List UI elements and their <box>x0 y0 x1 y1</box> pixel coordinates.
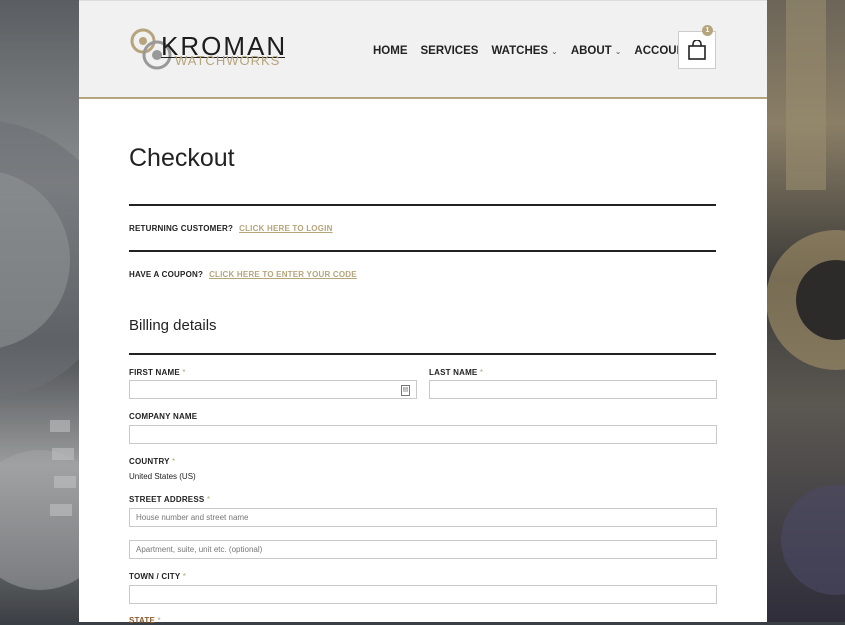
returning-customer-text: RETURNING CUSTOMER? <box>129 224 234 233</box>
background-gear-art-left <box>0 0 79 622</box>
required-marker: * <box>171 457 176 466</box>
required-marker: * <box>157 616 161 625</box>
main-nav: HOME SERVICES WATCHES⌄ ABOUT⌄ ACCOUNT⌄ <box>373 45 715 57</box>
company-name-input[interactable] <box>129 425 717 444</box>
login-link[interactable]: CLICK HERE TO LOGIN <box>239 224 332 233</box>
divider <box>129 353 716 355</box>
nav-about-label: ABOUT <box>570 45 612 57</box>
cart-count-badge: 1 <box>702 25 713 36</box>
divider <box>129 204 716 206</box>
site-header: KROMAN WATCHWORKS HOME SERVICES WATCHES ⌄… <box>79 0 767 99</box>
state-label-text: STATE <box>129 616 156 625</box>
coupon-text: HAVE A COUPON? <box>129 270 204 279</box>
chevron-down-icon: ⌄ <box>614 46 622 56</box>
background-gear-art-right <box>766 0 845 622</box>
required-marker: * <box>182 368 186 377</box>
nav-services-label: SERVICES <box>420 45 479 57</box>
company-name-label: COMPANY NAME <box>129 412 198 421</box>
last-name-label: LAST NAME * <box>429 368 483 377</box>
nav-services[interactable]: SERVICES <box>421 45 479 57</box>
page-container: KROMAN WATCHWORKS HOME SERVICES WATCHES ⌄… <box>79 0 767 625</box>
state-label: STATE * <box>129 616 161 625</box>
coupon-link[interactable]: CLICK HERE TO ENTER YOUR CODE <box>209 270 357 279</box>
required-marker: * <box>206 495 211 504</box>
nav-home[interactable]: HOME <box>373 45 408 57</box>
site-logo[interactable]: KROMAN WATCHWORKS <box>129 27 289 75</box>
coupon-notice: HAVE A COUPON? CLICK HERE TO ENTER YOUR C… <box>129 270 357 279</box>
city-label-text: TOWN / CITY <box>129 572 181 581</box>
page-title: Checkout <box>129 144 235 172</box>
street-address-2-input[interactable]: Apartment, suite, unit etc. (optional) <box>129 540 717 559</box>
country-value: United States (US) <box>129 472 196 481</box>
first-name-label: FIRST NAME * <box>129 368 186 377</box>
divider <box>129 250 716 252</box>
nav-about[interactable]: ABOUT ⌄ <box>571 45 622 57</box>
last-name-label-text: LAST NAME <box>429 368 478 377</box>
shopping-bag-icon <box>688 40 706 60</box>
country-label: COUNTRY * <box>129 457 175 466</box>
street-address-input[interactable]: House number and street name <box>129 508 717 527</box>
brand-subtitle: WATCHWORKS <box>175 53 281 68</box>
autofill-contact-icon[interactable]: ▤ <box>401 385 410 396</box>
required-marker: * <box>182 572 187 581</box>
billing-details-heading: Billing details <box>129 317 217 334</box>
nav-watches-label: WATCHES <box>491 45 549 57</box>
country-label-text: COUNTRY <box>129 457 170 466</box>
chevron-down-icon: ⌄ <box>551 46 558 56</box>
first-name-label-text: FIRST NAME <box>129 368 180 377</box>
required-marker: * <box>479 368 484 377</box>
nav-watches[interactable]: WATCHES ⌄ <box>491 45 557 57</box>
city-label: TOWN / CITY * <box>129 572 186 581</box>
cart-button[interactable]: 1 <box>678 25 716 69</box>
street-address-label: STREET ADDRESS * <box>129 495 210 504</box>
returning-customer-notice: RETURNING CUSTOMER? CLICK HERE TO LOGIN <box>129 224 333 233</box>
street-address-label-text: STREET ADDRESS <box>129 495 205 504</box>
nav-home-label: HOME <box>373 45 408 57</box>
city-input[interactable] <box>129 585 717 604</box>
first-name-input[interactable]: ▤ <box>129 380 417 399</box>
last-name-input[interactable] <box>429 380 717 399</box>
